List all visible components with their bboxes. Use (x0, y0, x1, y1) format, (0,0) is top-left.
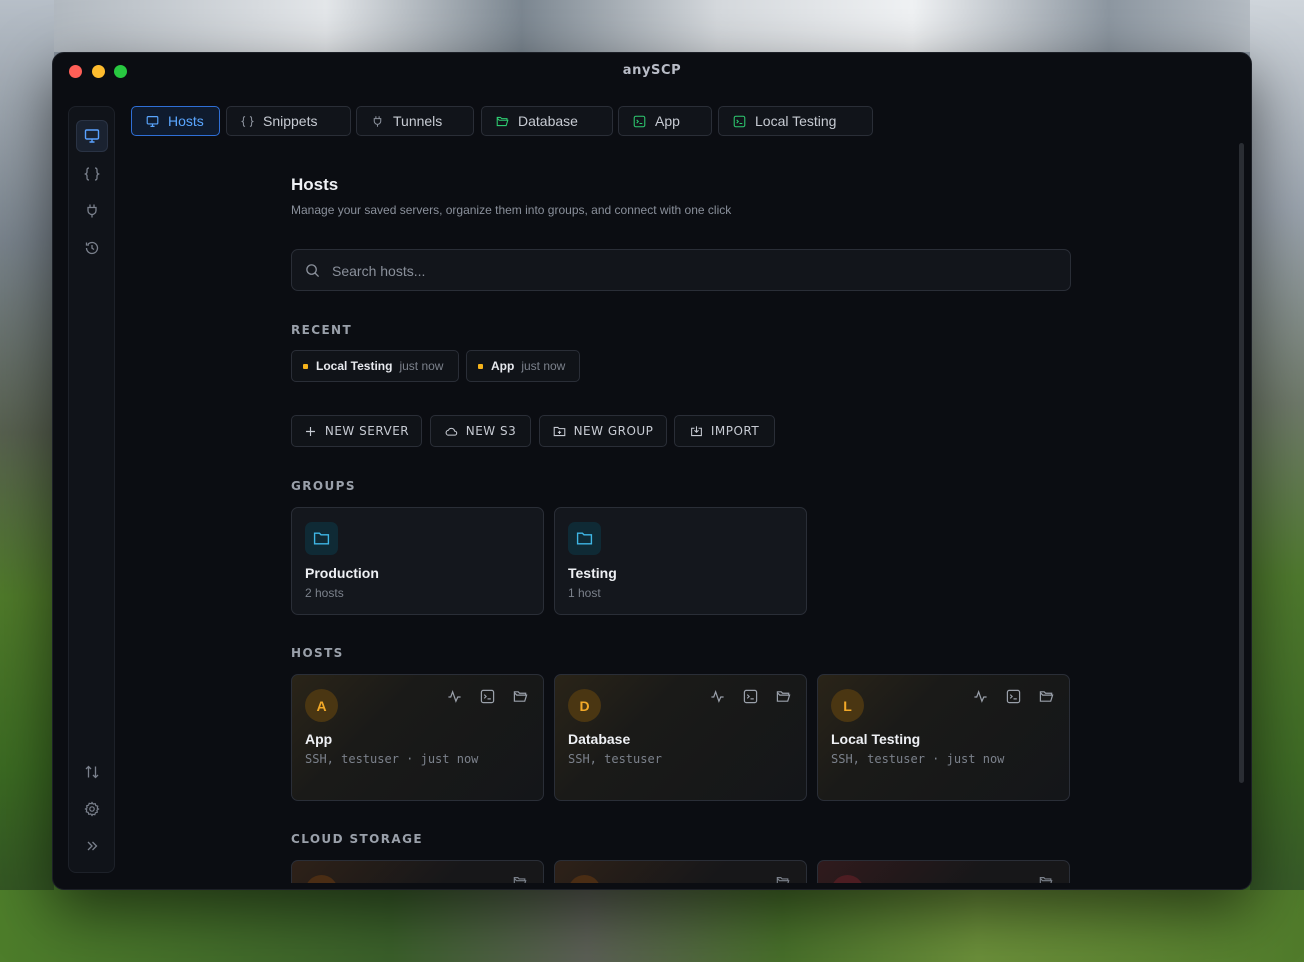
groups-section-label: GROUPS (291, 479, 356, 493)
group-card-production[interactable]: Production 2 hosts (291, 507, 544, 615)
group-count: 1 host (568, 586, 601, 600)
tab-hosts[interactable]: Hosts (131, 106, 220, 136)
host-card-app[interactable]: A App SSH, testuser · just now (291, 674, 544, 801)
recent-item[interactable]: Local Testing just now (291, 350, 459, 382)
folder-plus-icon (553, 425, 574, 438)
host-card-database[interactable]: D Database SSH, testuser (554, 674, 807, 801)
tab-label: Snippets (263, 113, 318, 129)
cloud-icon (445, 425, 466, 438)
group-name: Testing (568, 565, 617, 581)
host-card-local-testing[interactable]: L Local Testing SSH, testuser · just now (817, 674, 1070, 801)
folder-open-icon[interactable] (1039, 689, 1055, 705)
search-icon (305, 263, 320, 283)
folder-open-icon[interactable] (513, 689, 529, 705)
folder-open-icon[interactable] (776, 689, 792, 705)
tab-snippets[interactable]: Snippets (226, 106, 351, 136)
folder-open-icon (496, 114, 510, 128)
content-fade (131, 883, 1231, 889)
new-group-button[interactable]: NEW GROUP (539, 415, 667, 447)
host-meta: SSH, testuser · just now (831, 752, 1005, 766)
terminal-icon (633, 114, 647, 128)
avatar: L (831, 689, 864, 722)
recent-item-time: just now (521, 359, 566, 373)
new-server-label: NEW SERVER (324, 424, 410, 438)
terminal-icon[interactable] (1006, 689, 1022, 705)
activity-icon[interactable] (710, 689, 726, 705)
recent-indicator-dot (303, 363, 308, 369)
tab-label: App (655, 113, 680, 129)
tab-label: Local Testing (755, 113, 837, 129)
plus-icon (304, 425, 325, 438)
folder-icon (305, 522, 338, 555)
recent-item-name: Local Testing (316, 359, 393, 373)
host-meta: SSH, testuser · just now (305, 752, 479, 766)
recent-indicator-dot (478, 363, 483, 369)
host-meta: SSH, testuser (568, 752, 662, 766)
recent-section-label: RECENT (291, 323, 353, 337)
sidebar-item-tunnels[interactable] (76, 195, 108, 227)
monitor-icon (84, 128, 100, 144)
braces-icon (84, 166, 100, 182)
chevrons-right-icon (84, 838, 100, 854)
recent-item-name: App (491, 359, 515, 373)
new-group-label: NEW GROUP (573, 424, 654, 438)
tab-label: Tunnels (393, 113, 443, 129)
activity-icon[interactable] (973, 689, 989, 705)
sidebar-item-hosts[interactable] (76, 120, 108, 152)
recent-item[interactable]: App just now (466, 350, 580, 382)
terminal-icon (733, 114, 747, 128)
activity-icon[interactable] (447, 689, 463, 705)
avatar: D (568, 689, 601, 722)
scrollbar[interactable] (1239, 143, 1244, 783)
search-input[interactable] (330, 260, 1034, 282)
monitor-icon (146, 114, 160, 128)
host-name: Database (568, 731, 631, 747)
tab-local-testing[interactable]: Local Testing (718, 106, 873, 136)
arrows-up-down-icon (84, 764, 100, 780)
new-s3-button[interactable]: NEW S3 (430, 415, 531, 447)
plug-icon (84, 203, 100, 219)
sidebar-item-transfers[interactable] (76, 756, 108, 788)
tab-app[interactable]: App (618, 106, 712, 136)
import-icon (690, 425, 711, 438)
gear-icon (84, 801, 100, 817)
host-name: Local Testing (831, 731, 921, 747)
search-box (291, 249, 1071, 291)
title-bar: anySCP (53, 53, 1251, 91)
tab-database[interactable]: Database (481, 106, 613, 136)
braces-icon (241, 114, 255, 128)
avatar: A (305, 689, 338, 722)
terminal-icon[interactable] (743, 689, 759, 705)
new-server-button[interactable]: NEW SERVER (291, 415, 422, 447)
app-window: anySCP Hosts Snippets Tunnels Database A… (52, 52, 1252, 890)
host-name: App (305, 731, 333, 747)
cloud-storage-section-label: CLOUD STORAGE (291, 832, 423, 846)
tab-tunnels[interactable]: Tunnels (356, 106, 474, 136)
sidebar-item-settings[interactable] (76, 793, 108, 825)
recent-item-time: just now (399, 359, 444, 373)
new-s3-label: NEW S3 (465, 424, 517, 438)
import-button[interactable]: IMPORT (674, 415, 775, 447)
page-subtitle: Manage your saved servers, organize them… (291, 203, 732, 217)
folder-icon (568, 522, 601, 555)
page-title: Hosts (291, 175, 339, 194)
plug-icon (371, 114, 385, 128)
terminal-icon[interactable] (480, 689, 496, 705)
sidebar (68, 106, 115, 873)
sidebar-item-snippets[interactable] (76, 158, 108, 190)
group-card-testing[interactable]: Testing 1 host (554, 507, 807, 615)
hosts-section-label: HOSTS (291, 646, 344, 660)
sidebar-expand-button[interactable] (76, 830, 108, 862)
sidebar-item-history[interactable] (76, 232, 108, 264)
group-name: Production (305, 565, 379, 581)
history-icon (84, 240, 100, 256)
tab-label: Database (518, 113, 578, 129)
tab-label: Hosts (168, 113, 204, 129)
group-count: 2 hosts (305, 586, 344, 600)
import-label: IMPORT (710, 424, 760, 438)
window-title: anySCP (622, 63, 682, 78)
